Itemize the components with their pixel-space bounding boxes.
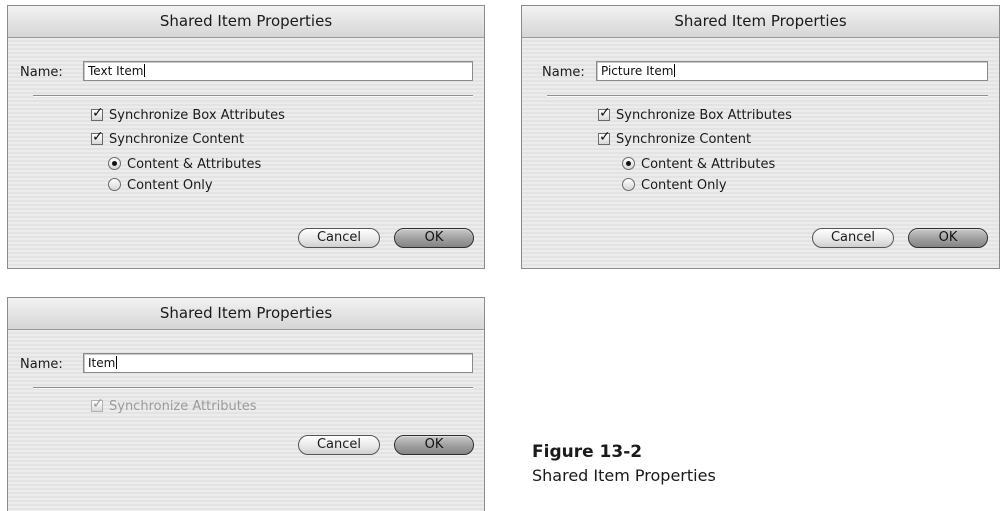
name-field[interactable]: Text Item [83,61,473,81]
radio-label: Content Only [641,178,727,193]
name-field-value: Picture Item [601,64,674,78]
radio-label: Content & Attributes [641,157,776,172]
text-caret [116,356,118,369]
dialog-picture-item: Shared Item Properties Name: Picture Ite… [521,5,1000,269]
radio-content-only[interactable]: Content Only [622,178,727,194]
cancel-button[interactable]: Cancel [298,435,380,455]
checkbox-checked-icon: ✓ [598,129,611,145]
text-caret [674,64,676,77]
text-caret [144,64,146,77]
radio-label: Content Only [127,178,213,193]
name-field[interactable]: Item [83,353,473,373]
checkbox-synchronize-content[interactable]: ✓ Synchronize Content [598,129,752,148]
checkbox-synchronize-content[interactable]: ✓ Synchronize Content [91,129,245,148]
dialog-title: Shared Item Properties [8,6,484,38]
name-label: Name: [20,65,63,80]
name-field[interactable]: Picture Item [596,61,988,81]
ok-button[interactable]: OK [908,228,988,248]
ok-button[interactable]: OK [394,228,474,248]
radio-content-and-attributes[interactable]: Content & Attributes [108,157,261,173]
checkbox-label: Synchronize Attributes [109,399,257,414]
radio-content-only[interactable]: Content Only [108,178,213,194]
checkbox-checked-icon: ✓ [91,129,104,145]
radio-label: Content & Attributes [127,157,262,172]
dialog-title: Shared Item Properties [522,6,999,38]
figure-caption: Figure 13-2 Shared Item Properties [532,441,716,487]
ok-button[interactable]: OK [394,435,474,455]
name-label: Name: [20,357,63,372]
radio-selected-icon [622,157,635,170]
dialog-item: Shared Item Properties Name: Item ✓ Synch… [7,297,485,511]
cancel-button[interactable]: Cancel [298,228,380,248]
checkbox-checked-icon: ✓ [91,396,104,412]
cancel-button[interactable]: Cancel [812,228,894,248]
checkbox-label: Synchronize Content [109,132,245,147]
dialog-title: Shared Item Properties [8,298,484,330]
divider [33,95,473,97]
name-label: Name: [542,65,585,80]
radio-unselected-icon [108,178,121,191]
checkbox-label: Synchronize Box Attributes [109,108,285,123]
divider [547,95,988,97]
checkbox-label: Synchronize Box Attributes [616,108,792,123]
checkbox-checked-icon: ✓ [91,105,104,121]
checkbox-synchronize-box-attributes[interactable]: ✓ Synchronize Box Attributes [598,105,792,124]
radio-selected-icon [108,157,121,170]
divider [33,387,473,389]
figure-title: Shared Item Properties [532,466,716,485]
radio-unselected-icon [622,178,635,191]
checkbox-synchronize-box-attributes[interactable]: ✓ Synchronize Box Attributes [91,105,285,124]
checkbox-synchronize-attributes[interactable]: ✓ Synchronize Attributes [91,396,257,415]
name-field-value: Text Item [88,64,144,78]
checkbox-checked-icon: ✓ [598,105,611,121]
dialog-text-item: Shared Item Properties Name: Text Item ✓… [7,5,485,269]
checkbox-label: Synchronize Content [616,132,752,147]
radio-content-and-attributes[interactable]: Content & Attributes [622,157,775,173]
name-field-value: Item [88,356,116,370]
figure-number: Figure 13-2 [532,442,643,462]
